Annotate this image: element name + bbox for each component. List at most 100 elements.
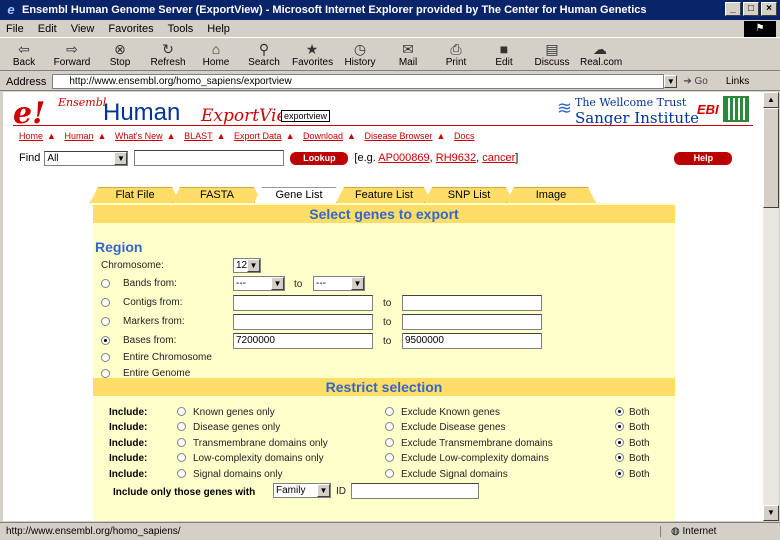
realcom-button[interactable]: ☁ Real.com <box>580 39 622 70</box>
radio-exclude-known[interactable] <box>385 407 394 416</box>
find-input[interactable] <box>134 150 285 166</box>
example-link-cancer[interactable]: cancer <box>482 152 515 164</box>
chevron-down-icon: ▼ <box>114 151 128 165</box>
find-scope-select[interactable]: All ▼ <box>44 150 129 166</box>
history-button[interactable]: ◷ History <box>340 39 380 70</box>
address-label: Address <box>6 75 47 88</box>
print-button[interactable]: ⎙ Print <box>436 39 476 70</box>
exclude-disease-label: Exclude Disease genes <box>401 422 506 433</box>
menu-help[interactable]: Help <box>207 23 230 35</box>
radio-contigs[interactable] <box>101 298 110 307</box>
favorites-button[interactable]: ★ Favorites <box>292 39 333 70</box>
chevron-down-icon: ▼ <box>271 277 284 290</box>
menu-favorites[interactable]: Favorites <box>108 23 153 35</box>
lookup-button[interactable]: Lookup <box>290 151 349 165</box>
contigs-from-input[interactable] <box>233 295 373 311</box>
radio-known-only[interactable] <box>177 407 186 416</box>
radio-bases[interactable] <box>101 336 110 345</box>
address-dropdown-button[interactable]: ▼ <box>664 75 678 88</box>
tab-image[interactable]: Image <box>506 187 596 203</box>
disease-only-label: Disease genes only <box>193 422 281 433</box>
bands-from-select[interactable]: --- ▼ <box>233 276 285 291</box>
discuss-button[interactable]: ▤ Discuss <box>532 39 572 70</box>
nav-link-docs[interactable]: Docs <box>454 131 475 141</box>
address-input[interactable]: http://www.ensembl.org/homo_sapiens/expo… <box>52 74 665 89</box>
radio-entire-genome[interactable] <box>101 369 110 378</box>
tab-gene-list[interactable]: Gene List <box>254 187 344 203</box>
nav-link-whats-new[interactable]: What's New <box>115 131 163 141</box>
nav-link-home[interactable]: Home <box>19 131 43 141</box>
forward-button[interactable]: ⇨ Forward <box>52 39 92 70</box>
radio-entire-chromosome[interactable] <box>101 353 110 362</box>
windows-logo-icon: ⚑ <box>744 21 776 37</box>
printer-icon: ⎙ <box>450 41 462 57</box>
radio-transmembrane-both[interactable] <box>615 438 624 447</box>
radio-low-complexity-both[interactable] <box>615 453 624 462</box>
radio-known-both[interactable] <box>615 407 624 416</box>
mail-button[interactable]: ✉ Mail <box>388 39 428 70</box>
back-button[interactable]: ⇦ Back <box>4 39 44 70</box>
radio-bands[interactable] <box>101 279 110 288</box>
example-link-ap000869[interactable]: AP000869 <box>378 152 429 164</box>
tab-flat-file[interactable]: Flat File <box>90 187 180 203</box>
radio-disease-both[interactable] <box>615 422 624 431</box>
refresh-button[interactable]: ↻ Refresh <box>148 39 188 70</box>
entire-chromosome-label: Entire Chromosome <box>123 352 212 363</box>
exclude-signal-label: Exclude Signal domains <box>401 469 508 480</box>
contigs-to-input[interactable] <box>402 295 542 311</box>
radio-exclude-transmembrane[interactable] <box>385 438 394 447</box>
scroll-thumb[interactable] <box>763 108 779 208</box>
nav-link-download[interactable]: Download <box>303 131 343 141</box>
bases-from-input[interactable]: 7200000 <box>233 333 373 349</box>
nav-link-blast[interactable]: BLAST <box>184 131 213 141</box>
sanger-logo[interactable]: ≋ The Wellcome Trust Sanger Institute <box>557 96 699 127</box>
markers-from-input[interactable] <box>233 314 373 330</box>
status-url: http://www.ensembl.org/homo_sapiens/ <box>6 526 181 537</box>
menu-tools[interactable]: Tools <box>168 23 194 35</box>
home-button[interactable]: ⌂ Home <box>196 39 236 70</box>
tab-snp-list[interactable]: SNP List <box>424 187 514 203</box>
radio-transmembrane-only[interactable] <box>177 438 186 447</box>
help-button[interactable]: Help <box>674 151 733 165</box>
radio-exclude-signal[interactable] <box>385 469 394 478</box>
search-button[interactable]: ⚲ Search <box>244 39 284 70</box>
markers-to-input[interactable] <box>402 314 542 330</box>
region-heading: Region <box>95 239 143 255</box>
go-button[interactable]: ➔ Go <box>683 76 708 87</box>
example-link-rh9632[interactable]: RH9632 <box>436 152 476 164</box>
radio-low-complexity-only[interactable] <box>177 453 186 462</box>
menu-view[interactable]: View <box>71 23 95 35</box>
family-select[interactable]: Family ▼ <box>273 483 331 498</box>
nav-link-human[interactable]: Human <box>64 131 93 141</box>
chromosome-select[interactable]: 12 ▼ <box>233 258 261 273</box>
menu-file[interactable]: File <box>6 23 24 35</box>
nav-link-disease-browser[interactable]: Disease Browser <box>364 131 432 141</box>
menu-edit[interactable]: Edit <box>38 23 57 35</box>
family-id-input[interactable] <box>351 483 479 499</box>
tab-feature-list[interactable]: Feature List <box>336 187 432 203</box>
nav-link-export-data[interactable]: Export Data <box>234 131 282 141</box>
minimize-button[interactable]: _ <box>725 2 741 16</box>
stop-button[interactable]: ⊗ Stop <box>100 39 140 70</box>
markers-to-label: to <box>383 317 392 328</box>
links-button[interactable]: Links <box>726 76 749 87</box>
radio-signal-only[interactable] <box>177 469 186 478</box>
status-bar: http://www.ensembl.org/homo_sapiens/ ◍ I… <box>0 522 780 540</box>
maximize-button[interactable]: □ <box>743 2 759 16</box>
scroll-down-icon[interactable]: ▼ <box>763 505 779 521</box>
signal-both-label: Both <box>629 469 650 480</box>
find-bar: Find All ▼ Lookup [e.g. AP000869, RH9632… <box>19 150 733 166</box>
edit-button[interactable]: ■ Edit <box>484 39 524 70</box>
radio-exclude-disease[interactable] <box>385 422 394 431</box>
radio-disease-only[interactable] <box>177 422 186 431</box>
radio-signal-both[interactable] <box>615 469 624 478</box>
ebi-logo[interactable]: EBI <box>697 102 719 117</box>
scroll-up-icon[interactable]: ▲ <box>763 92 779 108</box>
radio-markers[interactable] <box>101 317 110 326</box>
tab-fasta[interactable]: FASTA <box>172 187 262 203</box>
bases-to-input[interactable]: 9500000 <box>402 333 542 349</box>
bands-to-select[interactable]: --- ▼ <box>313 276 365 291</box>
radio-exclude-low-complexity[interactable] <box>385 453 394 462</box>
vertical-scrollbar[interactable]: ▲ ▼ <box>763 92 779 521</box>
close-button[interactable]: × <box>761 2 777 16</box>
